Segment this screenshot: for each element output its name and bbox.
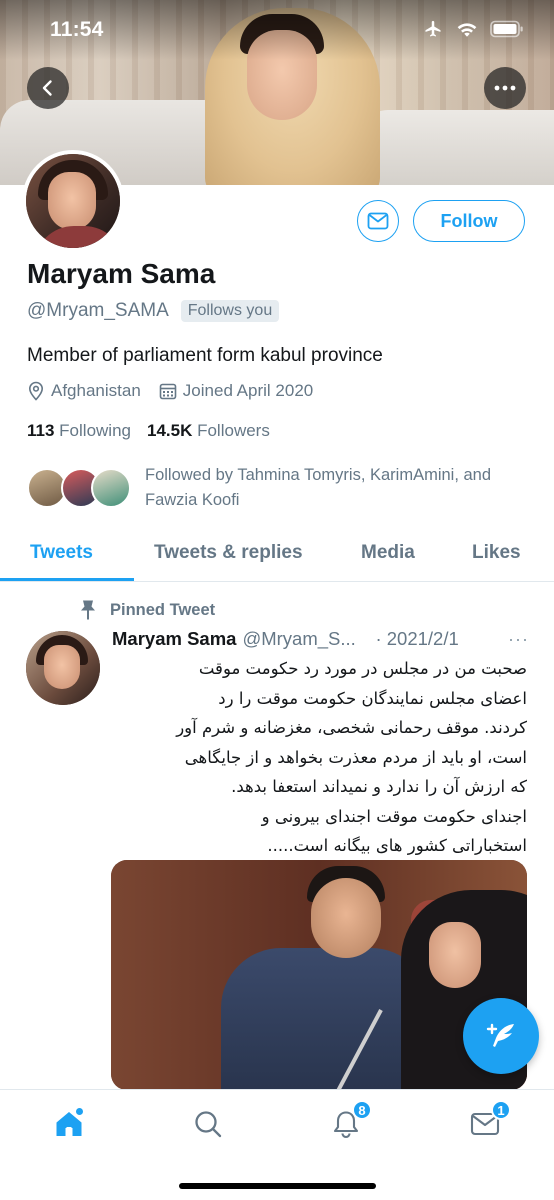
media-woman-face — [429, 922, 481, 988]
tab-media[interactable]: Media — [361, 542, 415, 564]
pin-icon — [81, 600, 95, 620]
profile-bio: Member of parliament form kabul province — [27, 345, 383, 366]
following-link[interactable]: 113 Following — [27, 421, 131, 441]
search-icon — [195, 1111, 222, 1138]
envelope-icon — [367, 212, 389, 230]
following-label: Following — [59, 421, 131, 440]
follow-button[interactable]: Follow — [413, 200, 525, 242]
tweet-text-line: اجندای حکومت موقت اجندای بیرونی و — [261, 806, 527, 826]
tweet-author-avatar[interactable] — [26, 631, 100, 705]
nav-notifications[interactable]: 8 — [326, 1100, 372, 1144]
profile-joined-text: Joined April 2020 — [182, 381, 314, 400]
following-count: 113 — [27, 421, 55, 440]
profile-avatar[interactable] — [22, 150, 124, 252]
followed-by-avatars — [27, 468, 137, 514]
home-new-dot — [76, 1108, 83, 1115]
profile-handle: @Mryam_SAMA — [27, 300, 169, 321]
media-man-body — [221, 948, 431, 1090]
tweet-header: Maryam Sama @Mryam_S... · 2021/2/1 — [112, 628, 532, 650]
back-arrow-icon — [42, 80, 52, 96]
tweet-text-line: استخباراتی کشور های بیگانه است..... — [267, 836, 527, 855]
tweet-date[interactable]: · 2021/2/1 — [375, 628, 458, 650]
airplane-mode-icon — [425, 20, 441, 37]
profile-tabs: Tweets Tweets & replies Media Likes — [0, 530, 554, 582]
followers-link[interactable]: 14.5K Followers — [147, 421, 270, 441]
tab-tweets[interactable]: Tweets — [30, 542, 93, 564]
avatar-face — [44, 645, 80, 689]
tweet-media-image[interactable] — [111, 860, 527, 1090]
more-options-button[interactable] — [484, 67, 526, 109]
message-button[interactable] — [357, 200, 399, 242]
profile-joined: Joined April 2020 — [159, 381, 313, 401]
battery-icon — [490, 20, 523, 38]
followers-label: Followers — [197, 421, 270, 440]
followers-count: 14.5K — [146, 421, 193, 440]
home-indicator[interactable] — [179, 1183, 376, 1189]
follow-counts: 113 Following 14.5K Followers — [27, 421, 270, 441]
tweet-author-name[interactable]: Maryam Sama — [112, 628, 236, 650]
pinned-tweet-text: Pinned Tweet — [110, 600, 216, 619]
banner-sofa-right — [360, 110, 554, 185]
follows-you-badge: Follows you — [180, 300, 280, 322]
profile-display-name: Maryam Sama — [27, 258, 216, 289]
tweet-more-button[interactable]: ··· — [508, 629, 529, 650]
avatar-face — [48, 172, 96, 230]
media-man-head — [311, 878, 381, 958]
tab-tweets-and-replies[interactable]: Tweets & replies — [154, 542, 303, 564]
nav-home[interactable] — [49, 1104, 89, 1144]
more-dots-icon — [494, 85, 516, 91]
tweet-text: صحبت من در مجلس در مورد رد حکومت موقت اع… — [112, 654, 527, 861]
compose-tweet-icon — [486, 1023, 514, 1047]
profile-location-text: Afghanistan — [51, 381, 141, 400]
profile-location: Afghanistan — [27, 381, 141, 401]
location-pin-icon — [28, 381, 44, 401]
nav-messages[interactable]: 1 — [465, 1100, 511, 1144]
status-bar-time: 11:54 — [50, 18, 104, 41]
calendar-icon — [159, 383, 177, 400]
avatar — [91, 468, 131, 508]
tab-likes[interactable]: Likes — [472, 542, 521, 564]
wifi-icon — [457, 23, 477, 37]
followed-by-section[interactable]: Followed by Tahmina Tomyris, KarimAmini,… — [27, 463, 535, 514]
status-bar-icons — [422, 19, 524, 39]
tweet-text-line: کردند. موقف رحمانی شخصی، مغزضانه و شرم آ… — [176, 718, 527, 737]
tweet-text-line: صحبت من در مجلس در مورد رد حکومت موقت — [198, 659, 527, 678]
notifications-badge: 8 — [352, 1100, 372, 1120]
tweet-text-line: که ارزش آن را ندارد و نمیداند استعفا بده… — [231, 777, 527, 796]
followed-by-text: Followed by Tahmina Tomyris, KarimAmini,… — [145, 466, 492, 509]
messages-badge: 1 — [491, 1100, 511, 1120]
tweet-text-line: اعضای مجلس نمایندگان حکومت موقت را رد — [218, 688, 527, 708]
pinned-tweet-label: Pinned Tweet — [78, 599, 215, 621]
active-tab-indicator — [0, 578, 134, 581]
nav-search[interactable] — [188, 1104, 228, 1144]
profile-meta: Afghanistan Joined April 2020 — [27, 381, 331, 401]
compose-tweet-button[interactable] — [463, 998, 539, 1074]
tweet-text-line: است، او باید از مردم معذرت بخواهد و از ج… — [184, 747, 527, 767]
tweet-author-handle[interactable]: @Mryam_S... — [242, 628, 367, 650]
profile-handle-row: @Mryam_SAMA Follows you — [27, 300, 280, 322]
back-button[interactable] — [27, 67, 69, 109]
